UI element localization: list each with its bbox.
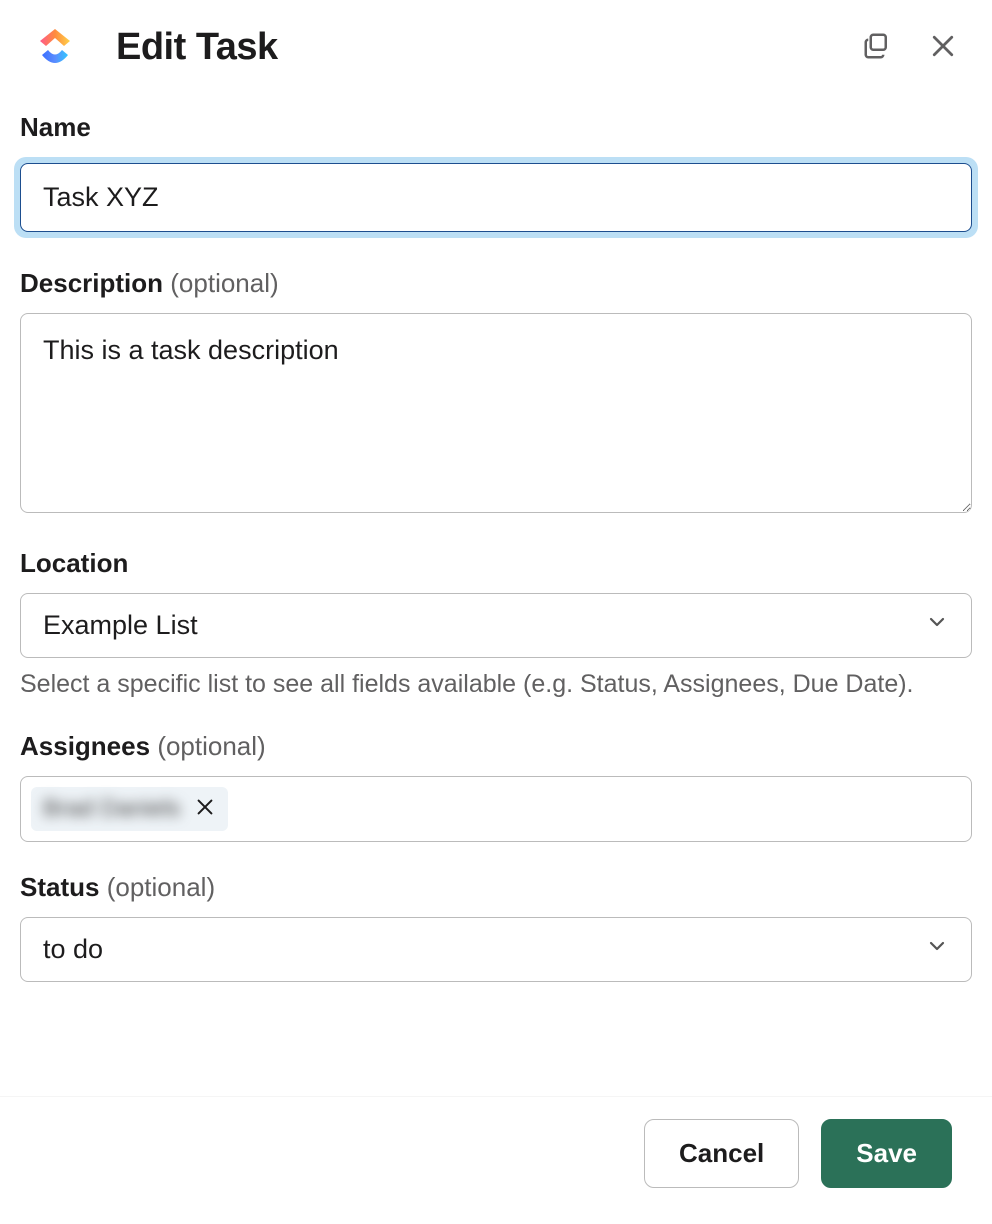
assignee-chip-text: Brad Daniels xyxy=(43,795,180,823)
assignee-chip-remove-button[interactable] xyxy=(194,796,216,821)
dialog-footer: Cancel Save xyxy=(0,1096,992,1224)
location-select-value: Example List xyxy=(43,610,198,641)
assignees-input[interactable]: Brad Daniels xyxy=(20,776,972,842)
chevron-down-icon xyxy=(925,610,949,641)
name-field: Name xyxy=(20,112,972,238)
description-textarea[interactable]: This is a task description xyxy=(20,313,972,513)
close-icon xyxy=(194,796,216,821)
assignees-label: Assignees (optional) xyxy=(20,731,972,762)
description-field: Description (optional) This is a task de… xyxy=(20,268,972,518)
location-field: Location Example List Select a specific … xyxy=(20,548,972,701)
status-field: Status (optional) to do xyxy=(20,872,972,982)
description-label-text: Description xyxy=(20,268,163,298)
header-actions xyxy=(858,27,962,68)
location-help-text: Select a specific list to see all fields… xyxy=(20,668,972,701)
description-optional-text: (optional) xyxy=(170,268,278,298)
status-select-value: to do xyxy=(43,934,103,965)
assignees-label-text: Assignees xyxy=(20,731,150,761)
name-label: Name xyxy=(20,112,972,143)
location-select[interactable]: Example List xyxy=(20,593,972,658)
name-input-wrap xyxy=(14,157,978,238)
close-icon xyxy=(928,31,958,64)
assignees-field: Assignees (optional) Brad Daniels xyxy=(20,731,972,842)
dialog-title: Edit Task xyxy=(116,26,858,69)
status-select[interactable]: to do xyxy=(20,917,972,982)
location-label: Location xyxy=(20,548,972,579)
save-button[interactable]: Save xyxy=(821,1119,952,1188)
status-optional-text: (optional) xyxy=(107,872,215,902)
dialog-content: Name Description (optional) This is a ta… xyxy=(0,82,992,982)
chevron-down-icon xyxy=(925,934,949,965)
open-new-window-button[interactable] xyxy=(858,27,896,68)
clickup-logo-icon xyxy=(30,22,80,72)
open-new-window-icon xyxy=(862,31,892,64)
status-label-text: Status xyxy=(20,872,99,902)
status-label: Status (optional) xyxy=(20,872,972,903)
description-label: Description (optional) xyxy=(20,268,972,299)
assignee-chip: Brad Daniels xyxy=(31,787,228,831)
assignees-optional-text: (optional) xyxy=(157,731,265,761)
dialog-header: Edit Task xyxy=(0,0,992,82)
cancel-button[interactable]: Cancel xyxy=(644,1119,799,1188)
close-button[interactable] xyxy=(924,27,962,68)
name-input[interactable] xyxy=(20,163,972,232)
